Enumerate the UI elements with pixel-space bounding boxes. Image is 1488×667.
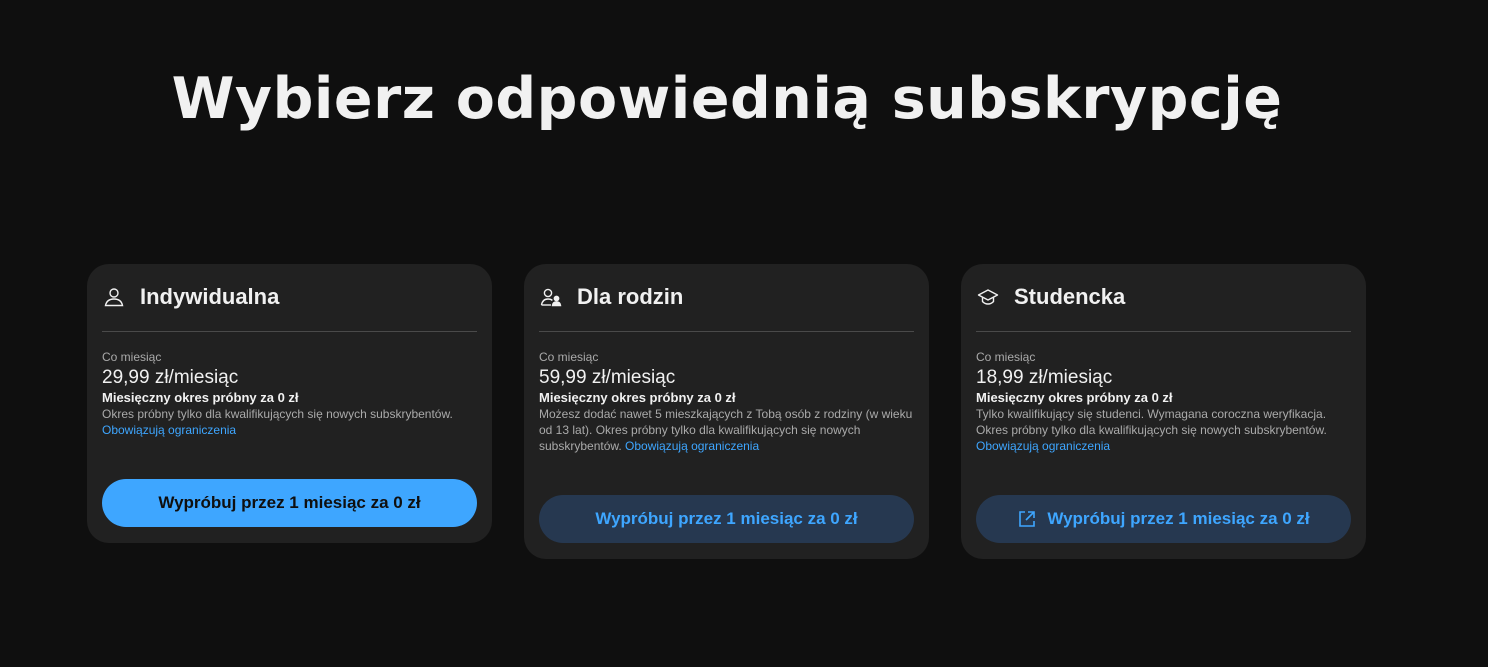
- try-free-button[interactable]: Wypróbuj przez 1 miesiąc za 0 zł: [102, 479, 477, 527]
- trial-info: Miesięczny okres próbny za 0 zł: [976, 390, 1173, 405]
- plan-header: Studencka: [976, 280, 1351, 314]
- subscription-page: Wybierz odpowiednią subskrypcję Indywidu…: [0, 0, 1488, 667]
- plan-header: Dla rodzin: [539, 280, 914, 314]
- page-title: Wybierz odpowiednią subskrypcję: [171, 66, 1283, 132]
- description-text: Tylko kwalifikujący się studenci. Wymaga…: [976, 407, 1327, 437]
- plan-header: Indywidualna: [102, 280, 477, 314]
- try-free-button[interactable]: Wypróbuj przez 1 miesiąc za 0 zł: [976, 495, 1351, 543]
- plan-price: 59,99 zł/miesiąc: [539, 367, 676, 388]
- person-icon: [102, 285, 126, 309]
- plan-description: Możesz dodać nawet 5 mieszkających z Tob…: [539, 406, 914, 454]
- trial-info: Miesięczny okres próbny za 0 zł: [102, 390, 299, 405]
- plan-card-student: Studencka Co miesiąc 18,99 zł/miesiąc Mi…: [961, 264, 1366, 559]
- restrictions-link[interactable]: Obowiązują ograniczenia: [625, 439, 759, 453]
- plan-price: 29,99 zł/miesiąc: [102, 367, 239, 388]
- plan-card-family: Dla rodzin Co miesiąc 59,99 zł/miesiąc M…: [524, 264, 929, 559]
- plan-description: Okres próbny tylko dla kwalifikujących s…: [102, 406, 477, 438]
- family-icon: [539, 285, 563, 309]
- billing-period: Co miesiąc: [102, 350, 162, 364]
- restrictions-link[interactable]: Obowiązują ograniczenia: [976, 439, 1110, 453]
- divider: [976, 331, 1351, 332]
- plan-title: Dla rodzin: [577, 284, 684, 309]
- try-free-button-label: Wypróbuj przez 1 miesiąc za 0 zł: [1047, 509, 1310, 528]
- plan-price: 18,99 zł/miesiąc: [976, 367, 1113, 388]
- description-text: Okres próbny tylko dla kwalifikujących s…: [102, 407, 453, 421]
- divider: [539, 331, 914, 332]
- billing-period: Co miesiąc: [539, 350, 599, 364]
- graduation-cap-icon: [976, 285, 1000, 309]
- try-free-button[interactable]: Wypróbuj przez 1 miesiąc za 0 zł: [539, 495, 914, 543]
- plan-details: Co miesiąc 18,99 zł/miesiąc Miesięczny o…: [976, 350, 1351, 454]
- restrictions-link[interactable]: Obowiązują ograniczenia: [102, 423, 236, 437]
- plan-description: Tylko kwalifikujący się studenci. Wymaga…: [976, 406, 1351, 454]
- plan-title: Indywidualna: [140, 284, 280, 309]
- plan-details: Co miesiąc 59,99 zł/miesiąc Miesięczny o…: [539, 350, 914, 454]
- try-free-button-label: Wypróbuj przez 1 miesiąc za 0 zł: [595, 509, 858, 528]
- open-in-new-icon: [1017, 509, 1037, 529]
- plan-details: Co miesiąc 29,99 zł/miesiąc Miesięczny o…: [102, 350, 477, 438]
- billing-period: Co miesiąc: [976, 350, 1036, 364]
- try-free-button-label: Wypróbuj przez 1 miesiąc za 0 zł: [158, 493, 421, 512]
- trial-info: Miesięczny okres próbny za 0 zł: [539, 390, 736, 405]
- plan-card-individual: Indywidualna Co miesiąc 29,99 zł/miesiąc…: [87, 264, 492, 543]
- plan-title: Studencka: [1014, 284, 1126, 309]
- divider: [102, 331, 477, 332]
